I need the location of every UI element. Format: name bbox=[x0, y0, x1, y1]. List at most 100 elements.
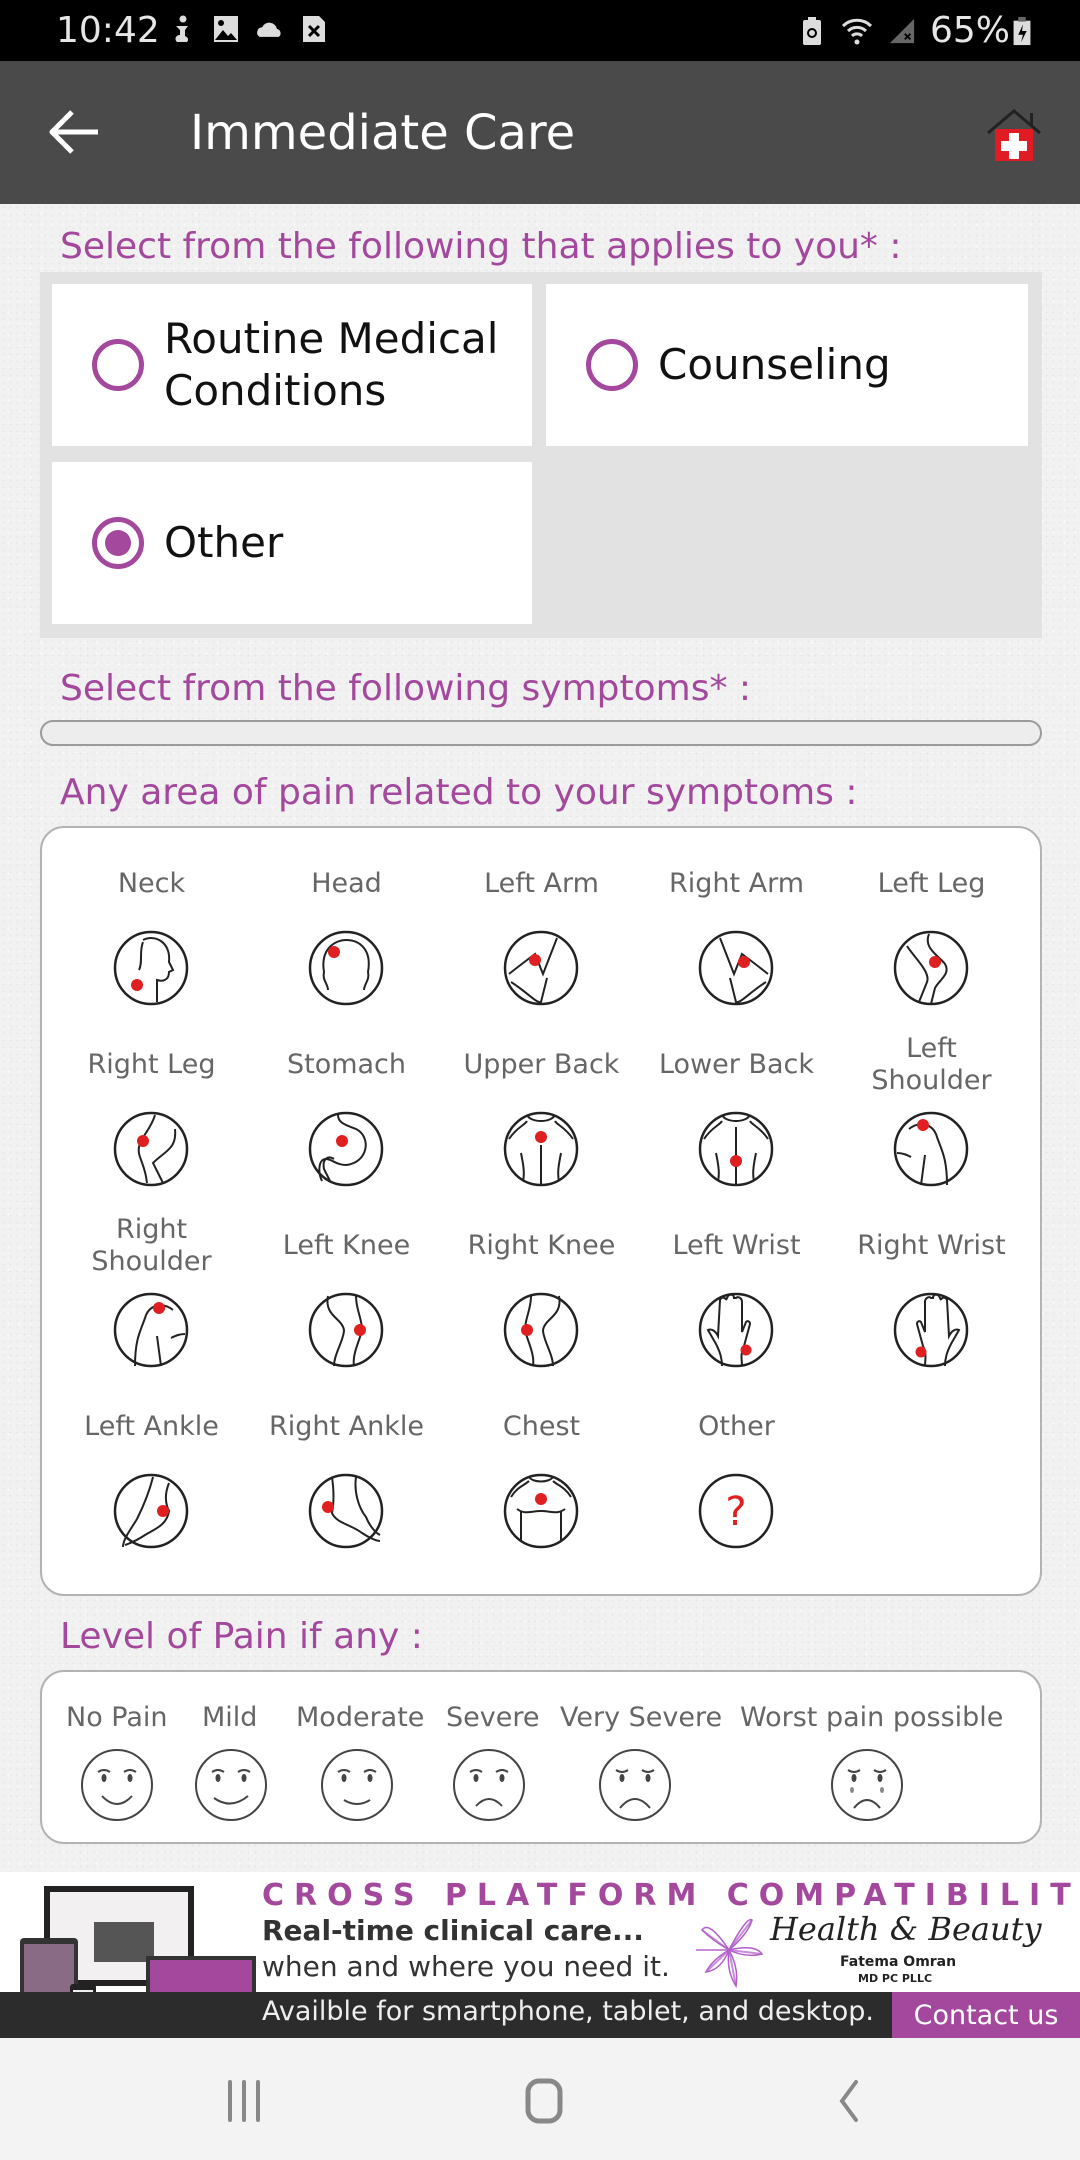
symptoms-label: Select from the following symptoms* : bbox=[60, 668, 752, 709]
wifi-icon bbox=[841, 18, 873, 44]
area-left-leg[interactable]: Left Leg bbox=[834, 868, 1029, 900]
banner-tagline-2: when and where you need it. bbox=[262, 1950, 670, 1983]
area-label: Left Arm bbox=[484, 868, 599, 899]
area-stomach[interactable]: Stomach bbox=[249, 1049, 444, 1081]
banner-heading: CROSS PLATFORM COMPATIBILITY bbox=[262, 1878, 1080, 1913]
status-time: 10:42 bbox=[56, 10, 160, 51]
battery-charging-icon bbox=[1013, 16, 1031, 45]
area-label: Left Wrist bbox=[672, 1230, 801, 1261]
area-right-arm[interactable]: Right Arm bbox=[639, 868, 834, 900]
level-label: Worst pain possible bbox=[740, 1702, 1004, 1733]
area-left-ankle[interactable]: Left Ankle bbox=[54, 1411, 249, 1443]
left-leg-icon[interactable] bbox=[893, 930, 969, 1006]
signal-icon bbox=[889, 18, 915, 43]
head-icon[interactable] bbox=[308, 930, 384, 1006]
pain-level-label: Level of Pain if any : bbox=[60, 1616, 423, 1657]
chest-icon[interactable] bbox=[503, 1473, 579, 1549]
area-right-leg[interactable]: Right Leg bbox=[54, 1049, 249, 1081]
area-head[interactable]: Head bbox=[249, 868, 444, 900]
radio-option-routine-medical[interactable]: Routine Medical Conditions bbox=[52, 284, 532, 446]
area-label: Lower Back bbox=[658, 1049, 814, 1080]
area-label: Right Leg bbox=[87, 1049, 216, 1080]
arrow-left-icon[interactable] bbox=[46, 107, 102, 157]
app-bar: Immediate Care bbox=[0, 61, 1080, 204]
face-slight-smile-icon bbox=[195, 1749, 267, 1821]
radio-option-counseling[interactable]: Counseling bbox=[546, 284, 1028, 446]
area-label: Left Leg bbox=[877, 868, 986, 899]
area-right-wrist[interactable]: Right Wrist bbox=[834, 1230, 1029, 1262]
upper-back-icon[interactable] bbox=[503, 1111, 579, 1187]
left-knee-icon[interactable] bbox=[308, 1292, 384, 1368]
right-ankle-icon[interactable] bbox=[308, 1473, 384, 1549]
left-arm-icon[interactable] bbox=[503, 930, 579, 1006]
area-label: Left Knee bbox=[282, 1230, 411, 1261]
lily-flower-icon bbox=[696, 1918, 764, 1989]
area-right-shoulder[interactable]: Right Shoulder bbox=[54, 1214, 249, 1278]
back-nav-icon[interactable] bbox=[818, 2078, 878, 2124]
right-leg-icon[interactable] bbox=[113, 1111, 189, 1187]
medical-home-icon[interactable] bbox=[986, 107, 1042, 163]
area-right-knee[interactable]: Right Knee bbox=[444, 1230, 639, 1262]
cloud-icon bbox=[257, 22, 281, 37]
area-label: Upper Back bbox=[463, 1049, 620, 1080]
area-right-ankle[interactable]: Right Ankle bbox=[249, 1411, 444, 1443]
banner-brand: Health & Beauty bbox=[770, 1910, 1042, 1948]
status-bar: 10:42 65% bbox=[0, 0, 1080, 61]
area-label: Left Ankle bbox=[84, 1411, 219, 1442]
area-label: Stomach bbox=[286, 1049, 407, 1080]
area-left-knee[interactable]: Left Knee bbox=[249, 1230, 444, 1262]
area-label: Right Ankle bbox=[268, 1411, 424, 1442]
area-left-wrist[interactable]: Left Wrist bbox=[639, 1230, 834, 1262]
lower-back-icon[interactable] bbox=[698, 1111, 774, 1187]
recent-apps-icon[interactable] bbox=[214, 2078, 274, 2124]
area-label: Right Arm bbox=[668, 868, 805, 899]
pain-level-scale: No Pain Mild Moderate Severe Very Severe… bbox=[40, 1670, 1042, 1844]
area-upper-back[interactable]: Upper Back bbox=[444, 1049, 639, 1081]
area-label: Other bbox=[698, 1411, 775, 1442]
symptoms-select[interactable] bbox=[40, 720, 1042, 746]
area-label: Left Shoulder bbox=[871, 1033, 992, 1096]
level-label: Moderate bbox=[296, 1702, 425, 1733]
question-mark-icon[interactable]: ? bbox=[698, 1473, 774, 1549]
area-chest[interactable]: Chest bbox=[444, 1411, 639, 1443]
applies-radio-group: Routine Medical Conditions Counseling Oth… bbox=[40, 272, 1042, 638]
right-shoulder-icon[interactable] bbox=[113, 1292, 189, 1368]
right-wrist-icon[interactable] bbox=[893, 1292, 969, 1368]
radio-label: Other bbox=[164, 518, 284, 567]
radio-button-checked[interactable] bbox=[92, 517, 144, 569]
immediate-care-form: Select from the following that applies t… bbox=[0, 204, 1080, 2032]
right-arm-icon[interactable] bbox=[698, 930, 774, 1006]
face-crying-icon bbox=[831, 1749, 903, 1821]
banner-doctor-suffix: MD PC PLLC bbox=[858, 1972, 933, 1985]
area-label: Right Wrist bbox=[857, 1230, 1006, 1261]
area-other[interactable]: Other bbox=[639, 1411, 834, 1443]
pain-area-grid: Neck Head Left Arm Right Arm Left Leg Ri… bbox=[40, 826, 1042, 1596]
promo-banner[interactable]: CROSS PLATFORM COMPATIBILITY Real-time c… bbox=[0, 1872, 1080, 2038]
face-happy-icon bbox=[81, 1749, 153, 1821]
accessibility-icon bbox=[175, 15, 189, 42]
left-ankle-icon[interactable] bbox=[113, 1473, 189, 1549]
area-neck[interactable]: Neck bbox=[54, 868, 249, 900]
area-label: Right Knee bbox=[467, 1230, 616, 1261]
contact-us-button[interactable]: Contact us bbox=[892, 1992, 1080, 2038]
face-frown-icon bbox=[453, 1749, 525, 1821]
system-nav-bar bbox=[0, 2038, 1080, 2160]
applies-label: Select from the following that applies t… bbox=[60, 226, 902, 267]
area-lower-back[interactable]: Lower Back bbox=[639, 1049, 834, 1081]
radio-button[interactable] bbox=[92, 339, 144, 391]
area-label: Chest bbox=[502, 1411, 581, 1442]
radio-button[interactable] bbox=[586, 339, 638, 391]
left-wrist-icon[interactable] bbox=[698, 1292, 774, 1368]
sim-error-icon bbox=[303, 16, 325, 42]
left-shoulder-icon[interactable] bbox=[893, 1111, 969, 1187]
radio-option-other[interactable]: Other bbox=[52, 462, 532, 624]
area-left-shoulder[interactable]: Left Shoulder bbox=[834, 1033, 1029, 1097]
stomach-icon[interactable] bbox=[308, 1111, 384, 1187]
right-knee-icon[interactable] bbox=[503, 1292, 579, 1368]
banner-doctor: Fatema Omran bbox=[840, 1954, 957, 1970]
home-button-icon[interactable] bbox=[514, 2078, 574, 2124]
face-sad-icon bbox=[599, 1749, 671, 1821]
neck-icon[interactable] bbox=[113, 930, 189, 1006]
area-label: Right Shoulder bbox=[91, 1214, 212, 1277]
area-left-arm[interactable]: Left Arm bbox=[444, 868, 639, 900]
